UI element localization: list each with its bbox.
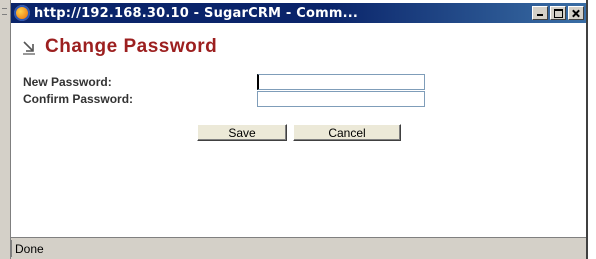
page-title: Change Password bbox=[45, 36, 218, 57]
window-controls bbox=[532, 6, 584, 20]
new-password-label: New Password: bbox=[23, 75, 112, 89]
form-buttons: Save Cancel bbox=[197, 124, 401, 141]
popup-window: http://192.168.30.10 - SugarCRM - Comm..… bbox=[10, 0, 588, 259]
status-text: Done bbox=[15, 242, 44, 256]
confirm-password-row: Confirm Password: bbox=[23, 91, 425, 107]
maximize-button[interactable] bbox=[550, 6, 566, 20]
edge-mark bbox=[2, 8, 7, 9]
page-heading: Change Password bbox=[21, 36, 217, 58]
arrow-icon bbox=[23, 41, 35, 55]
confirm-password-field[interactable] bbox=[257, 91, 425, 107]
title-bar[interactable]: http://192.168.30.10 - SugarCRM - Comm..… bbox=[11, 3, 586, 23]
confirm-password-label: Confirm Password: bbox=[23, 92, 134, 106]
status-bar: Done bbox=[11, 237, 586, 259]
new-password-field[interactable] bbox=[257, 74, 425, 90]
cancel-button[interactable]: Cancel bbox=[293, 124, 401, 141]
window-title: http://192.168.30.10 - SugarCRM - Comm..… bbox=[34, 5, 359, 21]
edge-mark bbox=[2, 14, 7, 15]
new-password-row: New Password: bbox=[23, 74, 425, 90]
save-button[interactable]: Save bbox=[197, 124, 287, 141]
minimize-button[interactable] bbox=[532, 6, 548, 20]
close-button[interactable] bbox=[568, 6, 584, 20]
browser-globe-icon bbox=[14, 5, 30, 21]
status-divider bbox=[11, 240, 12, 257]
